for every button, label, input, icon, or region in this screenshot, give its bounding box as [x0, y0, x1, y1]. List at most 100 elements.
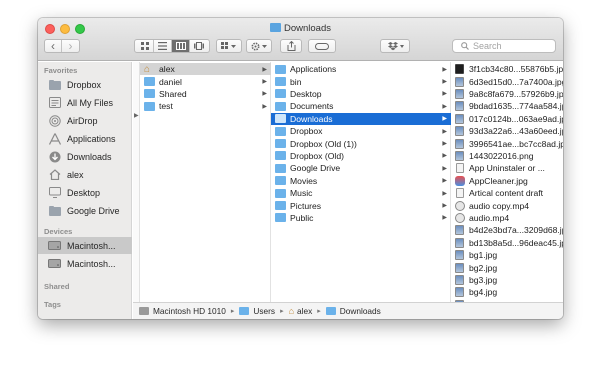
folder-icon	[270, 23, 281, 32]
back-button[interactable]: ‹	[45, 39, 63, 53]
sidebar-item-applications[interactable]: Applications	[38, 130, 132, 147]
col4-row[interactable]: App Uninstaler or ...	[451, 162, 563, 174]
sidebar-item-dropbox[interactable]: Dropbox	[38, 76, 132, 93]
dropbox-icon	[387, 41, 404, 50]
col4-row[interactable]: 017c0124b...063ae9ad.jpg	[451, 113, 563, 125]
col4-row[interactable]: bg1.jpg	[451, 249, 563, 261]
document-icon	[456, 163, 464, 174]
col3-row[interactable]: Dropbox ▶	[271, 125, 451, 137]
col3-row[interactable]: Desktop ▶	[271, 88, 451, 100]
path-crumb-alex[interactable]: ▸ ⌂ alex	[275, 306, 312, 316]
col4-row[interactable]: b4d2e3bd7a...3209d68.jpg	[451, 224, 563, 236]
search-field[interactable]: Search	[452, 39, 556, 53]
col3-row[interactable]: Public ▶	[271, 212, 451, 224]
row-label: audio copy.mp4	[469, 200, 530, 211]
col4-row[interactable]: 9a8c8fa679...57926b9.jpg	[451, 88, 563, 100]
folder-icon	[144, 101, 155, 111]
forward-button[interactable]: ›	[62, 39, 79, 53]
sidebar-item-label: AirDrop	[67, 115, 98, 126]
icon-view-button[interactable]	[136, 40, 154, 52]
path-crumb-volume[interactable]: Macintosh HD 1010	[139, 306, 226, 316]
desktop-icon	[48, 187, 61, 199]
path-crumb-users[interactable]: ▸ Users	[226, 306, 275, 316]
col3-row[interactable]: Pictures ▶	[271, 199, 451, 211]
row-label: 6d3ed15d0...7a7400a.jpg	[469, 76, 563, 87]
arrange-button[interactable]	[216, 39, 242, 53]
disclosure-arrow-icon: ▶	[262, 103, 267, 110]
col4-row[interactable]: bg3.jpg	[451, 274, 563, 286]
sidebar-item-all-my-files[interactable]: All My Files	[38, 94, 132, 111]
sidebar-header-shared: Shared	[44, 282, 70, 291]
disclosure-arrow-icon: ▶	[442, 66, 447, 73]
col4-row[interactable]: audio copy.mp4	[451, 199, 563, 211]
app-icon	[455, 175, 465, 186]
row-label: Google Drive	[290, 163, 341, 174]
row-label: App Uninstaler or ...	[469, 163, 545, 174]
coverflow-view-button[interactable]	[190, 40, 208, 52]
sidebar-header-devices: Devices	[44, 227, 73, 236]
sidebar-item-desktop[interactable]: Desktop	[38, 184, 132, 201]
downloads-icon	[48, 151, 61, 163]
sidebar-item-downloads[interactable]: Downloads	[38, 148, 132, 165]
share-button[interactable]	[280, 39, 302, 53]
sidebar-item-google-drive[interactable]: Google Drive	[38, 202, 132, 219]
col3-row[interactable]: Movies ▶	[271, 175, 451, 187]
disclosure-arrow-icon: ▶	[442, 103, 447, 110]
col2-row[interactable]: test ▶	[140, 100, 271, 112]
image-file-icon	[455, 150, 464, 161]
image-file-icon	[455, 262, 464, 273]
col4-row[interactable]: 6d3ed15d0...7a7400a.jpg	[451, 75, 563, 87]
sidebar-item-macintosh-2[interactable]: Macintosh...	[38, 255, 132, 272]
col2-row[interactable]: Shared ▶	[140, 88, 271, 100]
col4-row[interactable]: 3996541ae...bc7cc8ad.jpg	[451, 137, 563, 149]
folder-icon	[275, 64, 286, 74]
edit-tags-button[interactable]	[308, 39, 336, 53]
col4-row[interactable]: audio.mp4	[451, 212, 563, 224]
disclosure-arrow-icon: ▶	[442, 128, 447, 135]
column-view-icon	[175, 42, 186, 50]
row-label: Shared	[159, 88, 187, 99]
home-icon: ⌂	[288, 306, 295, 316]
col3-row[interactable]: Applications ▶	[271, 63, 451, 75]
hard-drive-icon	[48, 240, 61, 252]
col4-row[interactable]: bg4.jpg	[451, 286, 563, 298]
folder-icon	[48, 205, 61, 217]
path-crumb-downloads[interactable]: ▸ Downloads	[312, 306, 381, 316]
title-bar: Downloads ‹ › Search	[38, 18, 563, 61]
path-crumb-label: Downloads	[339, 306, 381, 316]
col3-row[interactable]: Google Drive ▶	[271, 162, 451, 174]
col4-row[interactable]: 9bdad1635...774aa584.jpg	[451, 100, 563, 112]
col4-row[interactable]: bg2.jpg	[451, 261, 563, 273]
dropbox-button[interactable]	[380, 39, 410, 53]
col3-row[interactable]: Documents ▶	[271, 100, 451, 112]
home-icon: ⌂	[144, 63, 151, 75]
col3-row[interactable]: Dropbox (Old (1)) ▶	[271, 137, 451, 149]
column-view-button[interactable]	[172, 40, 190, 52]
col3-row[interactable]: Music ▶	[271, 187, 451, 199]
folder-icon	[275, 114, 286, 124]
sidebar-item-alex[interactable]: alex	[38, 166, 132, 183]
row-label: Dropbox	[290, 126, 323, 137]
col3-row[interactable]: Dropbox (Old) ▶	[271, 150, 451, 162]
col2-row[interactable]: daniel ▶	[140, 75, 271, 87]
sidebar-item-macintosh-1[interactable]: Macintosh...	[38, 237, 132, 254]
col4-row[interactable]: 3f1cb34c80...55876b5.jpg	[451, 63, 563, 75]
chevron-right-icon: ▸	[317, 308, 321, 315]
col4-row[interactable]: 1443022016.png	[451, 150, 563, 162]
col4-row[interactable]: Artical content draft	[451, 187, 563, 199]
col3-row[interactable]: Downloads ▶	[271, 112, 451, 125]
sidebar-item-airdrop[interactable]: AirDrop	[38, 112, 132, 129]
folder-icon	[325, 307, 336, 315]
folder-icon	[275, 77, 286, 87]
image-file-icon	[455, 113, 464, 124]
list-view-button[interactable]	[154, 40, 172, 52]
col3-row[interactable]: bin ▶	[271, 75, 451, 87]
col4-row[interactable]: AppCleaner.jpg	[451, 175, 563, 187]
action-button[interactable]	[246, 39, 272, 53]
col4-row[interactable]: 93d3a22a6...43a60eed.jpg	[451, 125, 563, 137]
col1-row[interactable]: ⌂ alex ▶	[140, 63, 271, 76]
col4-row[interactable]: bd13b8a5d...96deac45.jpg	[451, 237, 563, 249]
row-label: Applications	[290, 64, 337, 75]
disclosure-arrow-icon: ▶	[442, 79, 447, 86]
tag-icon	[315, 42, 329, 50]
